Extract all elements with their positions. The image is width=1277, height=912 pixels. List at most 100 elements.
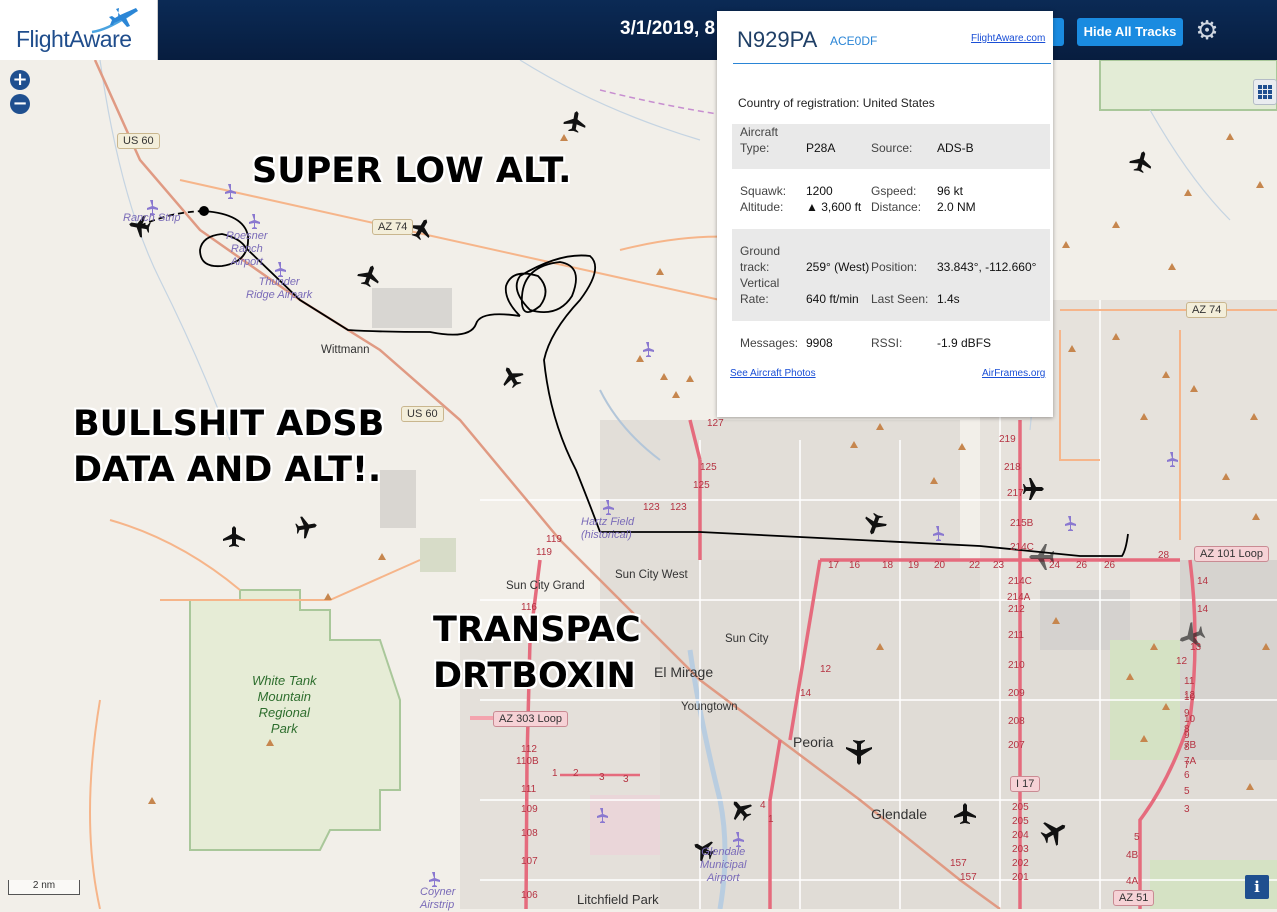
zoom-in-button[interactable]: + [10, 70, 30, 90]
exit-number: 4 [760, 800, 766, 811]
route-shield: AZ 74 [372, 219, 414, 235]
exit-number: 8 [1184, 724, 1190, 735]
source-value: ADS-B [937, 141, 974, 155]
flightaware-logo[interactable]: FlightAware [0, 0, 158, 60]
airport-label: Glendale Municipal Airport [700, 846, 747, 884]
exit-number: 207 [1008, 740, 1025, 751]
exit-number: 107 [521, 856, 538, 867]
place-label: Wittmann [321, 344, 370, 356]
exit-number: 5 [1184, 786, 1190, 797]
annotation-transpac-line2: DRTBOXIN [433, 656, 636, 696]
route-shield: AZ 101 Loop [1194, 546, 1269, 562]
route-shield: US 60 [401, 406, 444, 422]
annotation-adsb-line1: BULLSHIT ADSB [73, 404, 385, 444]
distance-label: Distance: [871, 200, 922, 214]
app-header: FlightAware 3/1/2019, 8 Hide All Tracks … [0, 0, 1277, 60]
exit-number: 202 [1012, 858, 1029, 869]
exit-number: 4A [1126, 876, 1139, 887]
exit-number: 26 [1076, 560, 1088, 571]
exit-number: 205 [1012, 816, 1029, 827]
route-shield: I 17 [1010, 776, 1041, 792]
aircraft-icon [725, 794, 756, 825]
date-time-display: 3/1/2019, 8 [620, 18, 716, 39]
exit-number: 23 [993, 560, 1005, 571]
altitude-value: ▲ 3,600 ft [806, 200, 862, 214]
exit-number: 14 [1197, 604, 1209, 615]
source-label: Source: [871, 141, 913, 155]
exit-number: 106 [521, 890, 538, 901]
exit-number: 218 [1004, 462, 1021, 473]
map-canvas[interactable]: Wittmann Sun City Grand Sun City West Su… [0, 60, 1277, 911]
messages-value: 9908 [806, 336, 833, 350]
annotation-adsb-line2: DATA AND ALT!. [73, 450, 382, 490]
exit-number: 109 [521, 804, 538, 815]
map-scale-bar: 2 nm [8, 880, 80, 895]
exit-number: 3 [623, 774, 629, 785]
exit-number: 203 [1012, 844, 1029, 855]
exit-number: 119 [536, 547, 552, 558]
gear-icon[interactable]: ⚙ [1194, 17, 1220, 43]
lastseen-label: Last Seen: [871, 292, 929, 306]
place-label: Youngtown [681, 701, 738, 713]
layers-grid-icon[interactable] [1253, 79, 1277, 105]
aircraft-photos-link[interactable]: See Aircraft Photos [730, 368, 816, 379]
aircraft-icon [1023, 478, 1044, 500]
exit-number: 4B [1126, 850, 1139, 861]
place-label: Sun City West [615, 569, 688, 581]
exit-number: 214A [1007, 592, 1031, 603]
aircraft-hex-code: ACE0DF [830, 34, 878, 48]
exit-number: 125 [693, 480, 710, 491]
squawk-value: 1200 [806, 184, 833, 198]
place-label: Glendale [871, 806, 928, 822]
position-value: 33.843°, -112.660° [937, 260, 1037, 274]
exit-number: 1 [552, 768, 558, 779]
exit-number: 119 [546, 534, 562, 545]
country-label-text: Country of registration: [738, 96, 860, 110]
info-icon[interactable]: i [1245, 875, 1269, 899]
airport-label: Roesner Ranch Airport [226, 230, 268, 268]
position-label: Position: [871, 260, 918, 274]
exit-number: 6 [1184, 770, 1190, 781]
exit-number: 20 [934, 560, 946, 571]
exit-number: 12 [1176, 656, 1188, 667]
airframes-link[interactable]: AirFrames.org [982, 368, 1045, 379]
aircraft-icon [294, 514, 319, 540]
vrate-label: Vertical Rate: [740, 276, 780, 306]
exit-number: 11 [1184, 676, 1195, 687]
country-label: Country of registration: United States [738, 95, 935, 111]
exit-number: 14 [1197, 576, 1209, 587]
airport-label: Ranch Strip [123, 212, 181, 224]
vrate-value: 640 ft/min [806, 292, 859, 306]
route-shield: AZ 74 [1186, 302, 1228, 318]
partial-button[interactable] [1052, 18, 1064, 46]
aircraft-icon [860, 510, 889, 539]
rssi-label: RSSI: [871, 336, 903, 350]
zoom-out-button[interactable]: − [10, 94, 30, 114]
exit-number: 26 [1104, 560, 1116, 571]
place-label: Peoria [793, 734, 834, 750]
exit-number: 7A [1184, 756, 1197, 767]
track-value: 259° (West) [806, 260, 870, 274]
hide-all-tracks-button[interactable]: Hide All Tracks [1077, 18, 1183, 46]
exit-number: 157 [960, 872, 977, 883]
flightaware-link[interactable]: FlightAware.com [971, 33, 1045, 44]
exit-number: 204 [1012, 830, 1029, 841]
exit-number: 3 [1184, 804, 1190, 815]
messages-label: Messages: [740, 336, 799, 350]
aircraft-icon [223, 526, 245, 547]
route-shield: AZ 51 [1113, 890, 1155, 906]
exit-number: 16 [849, 560, 861, 571]
exit-number: 157 [950, 858, 967, 869]
aircraft-info-popup: N929PA ACE0DF FlightAware.com Country of… [717, 11, 1053, 417]
exit-number: 28 [1158, 550, 1170, 561]
gspeed-value: 96 kt [937, 184, 964, 198]
exit-number: 205 [1012, 802, 1029, 813]
exit-number: 125 [700, 462, 717, 473]
brand-name: FlightAware [16, 26, 132, 52]
aircraft-icon [355, 261, 384, 290]
place-label: Litchfield Park [577, 892, 659, 907]
exit-number: 22 [969, 560, 981, 571]
aircraft-icon [954, 803, 976, 824]
airport-label: Thunder Ridge Airpark [246, 276, 313, 301]
popup-divider [733, 63, 1051, 64]
